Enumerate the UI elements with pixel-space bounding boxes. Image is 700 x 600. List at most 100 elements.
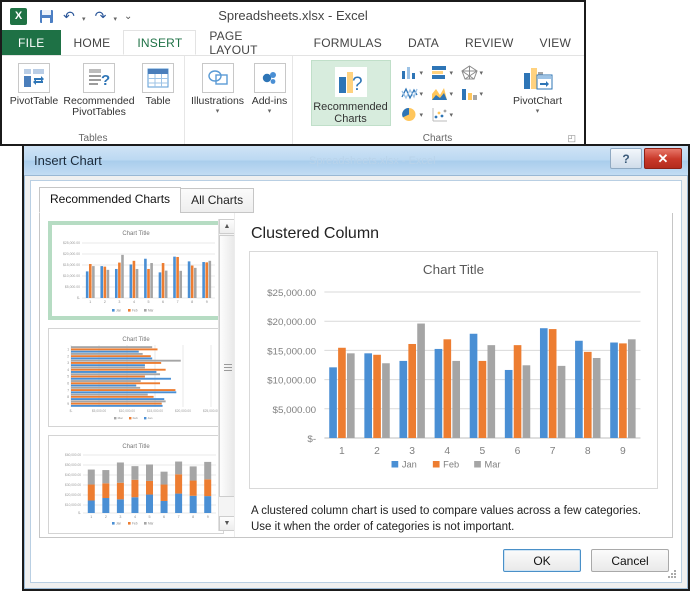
bar-chart-icon[interactable]: ▾ <box>431 65 461 80</box>
svg-text:2: 2 <box>105 515 107 519</box>
svg-text:Jan: Jan <box>148 416 153 420</box>
chart-bar <box>382 363 390 438</box>
chart-bar <box>522 365 531 438</box>
ribbon-tab-page-layout[interactable]: PAGE LAYOUT <box>196 29 300 57</box>
illustrations-dropdown-icon[interactable]: ▾ <box>216 107 220 115</box>
ribbon-body: PivotTable ? Recommended PivotTables Tab… <box>2 56 584 144</box>
cancel-button[interactable]: Cancel <box>591 549 669 572</box>
x-axis-tick-label: 3 <box>409 446 415 457</box>
svg-text:3: 3 <box>118 300 120 304</box>
chart-bar <box>417 323 425 438</box>
svg-text:6: 6 <box>67 381 69 385</box>
scroll-down-button[interactable]: ▼ <box>219 516 235 531</box>
chart-bar <box>575 340 583 438</box>
chart-thumbnail-list: Chart Title $25,000.00 $20,000.00 $15,000… <box>40 213 235 537</box>
ghost-window-title: Spreadsheets.xlsx - Excel <box>309 155 436 167</box>
area-chart-icon[interactable]: ▾ <box>431 86 461 101</box>
resize-grip-icon[interactable] <box>666 568 678 580</box>
main-chart-svg: Chart Title $- $5,000.00 $10,000.00 $15,000… <box>250 252 657 488</box>
thumbnail-clustered-column[interactable]: Chart Title $25,000.00 $20,000.00 $15,000… <box>48 221 224 320</box>
svg-text:7: 7 <box>178 515 180 519</box>
illustrations-button[interactable]: Illustrations ▾ <box>187 60 249 115</box>
y-axis-tick-label: $- <box>307 434 316 445</box>
close-button[interactable]: ✕ <box>644 148 682 169</box>
ribbon-tab-home[interactable]: HOME <box>61 30 124 55</box>
pivottable-button[interactable]: PivotTable <box>6 60 62 107</box>
ribbon-tab-insert[interactable]: INSERT <box>123 30 197 55</box>
ok-button[interactable]: OK <box>503 549 581 572</box>
chart-bar <box>434 348 443 438</box>
x-axis-tick-label: 1 <box>339 446 345 457</box>
ribbon-group-charts-label: Charts <box>422 133 453 144</box>
tab-recommended-charts[interactable]: Recommended Charts <box>39 187 182 213</box>
chart-bar <box>443 339 452 438</box>
thumbnail-scrollbar[interactable]: ▲ ▼ <box>218 219 235 531</box>
illustrations-icon <box>201 63 234 93</box>
pivotchart-icon <box>521 63 554 93</box>
legend-label: Jan <box>402 460 417 470</box>
svg-text:2: 2 <box>104 300 106 304</box>
chart-bar <box>487 345 496 438</box>
pivotchart-button[interactable]: PivotChart ▾ <box>505 60 571 115</box>
pivotchart-dropdown-icon[interactable]: ▾ <box>536 107 540 115</box>
svg-text:8: 8 <box>67 395 69 399</box>
table-button[interactable]: Table <box>136 60 180 107</box>
ribbon-tab-data[interactable]: DATA <box>395 30 452 55</box>
line-chart-icon[interactable]: ▾ <box>400 86 431 101</box>
chart-bar <box>338 347 346 438</box>
radar-chart-icon[interactable]: ▾ <box>460 65 491 80</box>
thumbnail-stacked-column[interactable]: Chart Title $60,000.00 $50,000.00 $40,000… <box>48 435 224 534</box>
y-axis-tick-label: $15,000.00 <box>267 347 316 358</box>
svg-text:$-: $- <box>70 409 73 413</box>
dialog-launcher-icon[interactable]: ◰ <box>567 133 576 144</box>
ribbon-tab-view[interactable]: VIEW <box>527 30 584 55</box>
excel-window: X ↶ ▾ ↷ ▾ ⌄ Spreadsheets.xlsx - Excel FI… <box>0 0 586 146</box>
svg-text:?: ? <box>101 72 110 88</box>
svg-text:Mar: Mar <box>118 416 123 420</box>
thumbnail-clustered-bar[interactable]: Chart Title $- $5,000.00 $10,000.00 $15,00… <box>48 328 224 427</box>
y-axis-tick-label: $20,000.00 <box>267 317 316 328</box>
svg-text:4: 4 <box>133 300 135 304</box>
addins-icon <box>253 63 286 93</box>
svg-text:Jan: Jan <box>116 308 121 312</box>
svg-text:$50,000.00: $50,000.00 <box>65 463 81 467</box>
recommended-pivottables-button[interactable]: ? Recommended PivotTables <box>62 60 136 118</box>
svg-text:$15,000.00: $15,000.00 <box>147 409 163 413</box>
chart-bar <box>478 360 487 438</box>
table-icon <box>142 63 174 93</box>
addins-button[interactable]: Add-ins ▾ <box>249 60 291 115</box>
ribbon-tab-review[interactable]: REVIEW <box>452 30 527 55</box>
x-axis-tick-label: 5 <box>480 446 486 457</box>
svg-text:Feb: Feb <box>132 308 138 312</box>
dialog-titlebar[interactable]: Insert Chart Spreadsheets.xlsx - Excel ?… <box>24 146 688 176</box>
ribbon-tab-formulas[interactable]: FORMULAS <box>301 30 395 55</box>
recommended-charts-button[interactable]: ? Recommended Charts <box>310 60 391 126</box>
pie-chart-icon[interactable]: ▾ <box>401 107 431 122</box>
chart-bar <box>557 365 566 438</box>
chart-bar <box>619 343 627 438</box>
chart-bar <box>504 369 513 438</box>
svg-text:5: 5 <box>148 300 150 304</box>
scatter-chart-icon[interactable]: ▾ <box>431 107 461 122</box>
help-button[interactable]: ? <box>610 148 642 169</box>
chart-bar <box>346 353 355 438</box>
svg-text:$5,000.00: $5,000.00 <box>65 285 80 289</box>
legend-label: Feb <box>443 460 459 470</box>
ribbon-tab-file[interactable]: FILE <box>2 30 61 55</box>
addins-dropdown-icon[interactable]: ▾ <box>268 107 272 115</box>
scrollbar-thumb[interactable] <box>219 235 235 497</box>
ribbon-group-charts: ? Recommended Charts ▾ ▾ ▾ ▾ ▾ ▾ ▾ ▾ Piv… <box>292 56 582 144</box>
x-axis-tick-label: 7 <box>550 446 556 457</box>
chart-preview: Chart Title $- $5,000.00 $10,000.00 $15,000… <box>249 251 658 489</box>
svg-text:5: 5 <box>67 375 69 379</box>
chart-bar <box>452 360 461 438</box>
pivottable-icon <box>18 63 50 93</box>
column-chart-icon[interactable]: ▾ <box>401 65 431 80</box>
combo-chart-icon[interactable]: ▾ <box>461 86 491 101</box>
svg-text:2: 2 <box>67 354 69 358</box>
chart-bar <box>592 357 601 438</box>
scroll-up-button[interactable]: ▲ <box>219 219 235 234</box>
svg-text:Mar: Mar <box>148 308 154 312</box>
tab-all-charts[interactable]: All Charts <box>180 188 255 213</box>
legend-label: Mar <box>484 460 500 470</box>
